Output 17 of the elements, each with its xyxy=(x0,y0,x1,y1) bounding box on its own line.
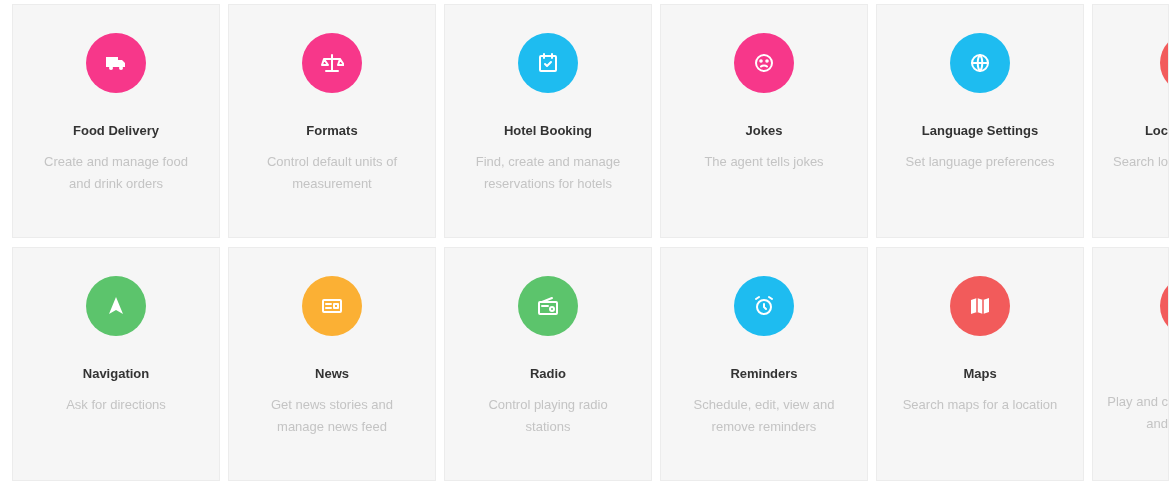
radio-icon xyxy=(536,294,560,318)
globe-icon xyxy=(968,51,992,75)
card-title: Reminders xyxy=(730,365,798,383)
card-title: Hotel Booking xyxy=(503,122,593,140)
card-title: News xyxy=(315,365,349,383)
card-title: Jokes xyxy=(745,122,783,140)
alarm-clock-icon xyxy=(752,294,776,318)
card-title: Navigation xyxy=(82,365,150,383)
card-title: Formats xyxy=(306,122,358,140)
card-title: Language Settings xyxy=(921,122,1039,140)
calendar-icon xyxy=(536,51,560,75)
card-title: Food Delivery xyxy=(73,122,159,140)
card-title: Loc xyxy=(1144,122,1168,140)
face-icon xyxy=(752,51,776,75)
scale-icon xyxy=(320,51,344,75)
card-title: Radio xyxy=(529,365,567,383)
card-title: Maps xyxy=(963,365,997,383)
